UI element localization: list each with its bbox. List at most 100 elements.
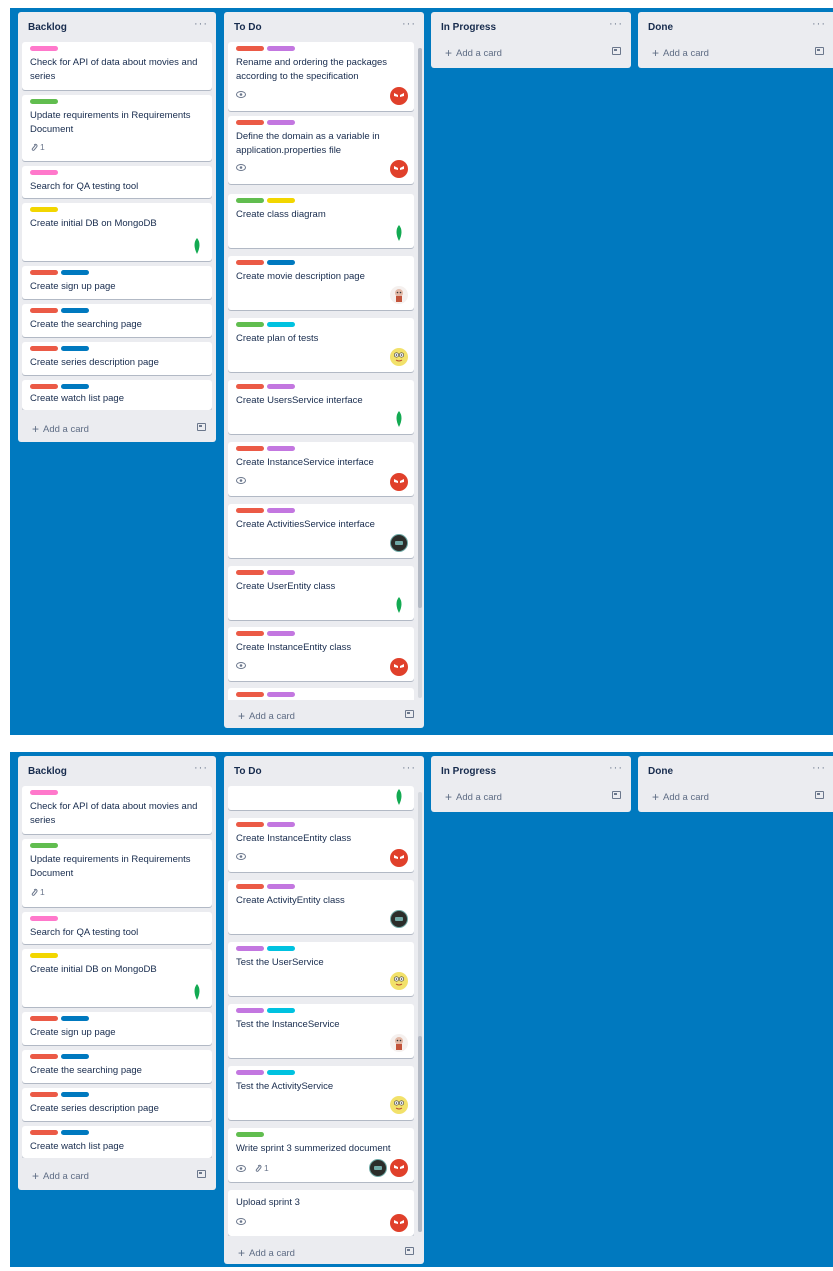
red-mask-avatar[interactable] — [390, 658, 408, 676]
card-template-icon[interactable] — [405, 710, 414, 718]
card[interactable]: Create sign up page — [22, 266, 212, 299]
card-title: Search for QA testing tool — [30, 181, 139, 192]
dark-avatar[interactable] — [369, 1159, 387, 1177]
red-mask-avatar[interactable] — [390, 160, 408, 178]
list-menu-icon[interactable]: ··· — [609, 762, 623, 774]
card[interactable] — [228, 786, 414, 810]
add-card-button[interactable]: + Add a card — [431, 782, 631, 810]
card[interactable]: Search for QA testing tool — [22, 166, 212, 198]
card[interactable]: Create UserEntity class — [228, 566, 414, 620]
card-template-icon[interactable] — [612, 791, 621, 799]
card-labels — [30, 953, 58, 958]
card-labels — [236, 120, 295, 125]
scrollbar-thumb[interactable] — [418, 48, 422, 608]
list-menu-icon[interactable]: ··· — [194, 762, 208, 774]
card[interactable]: Test the UserService — [228, 942, 414, 996]
card-labels — [30, 207, 58, 212]
card[interactable]: Create UsersService interface — [228, 380, 414, 434]
add-card-label: + Add a card — [445, 46, 502, 60]
card[interactable]: Search for QA testing tool — [22, 912, 212, 944]
red-mask-avatar[interactable] — [390, 87, 408, 105]
card[interactable]: Create movie description page — [228, 256, 414, 310]
card[interactable]: Check for API of data about movies and s… — [22, 42, 212, 90]
list-header[interactable]: To Do ··· — [224, 756, 424, 786]
card-template-icon[interactable] — [405, 1247, 414, 1255]
card[interactable]: Create series description page — [22, 1088, 212, 1121]
label-purple — [267, 384, 295, 389]
card-labels — [236, 384, 295, 389]
add-card-button[interactable]: + Add a card — [224, 701, 424, 728]
emoji-avatar[interactable] — [390, 972, 408, 990]
card[interactable]: Create ActivitiesService interface — [228, 504, 414, 558]
list-header[interactable]: Backlog ··· — [18, 12, 216, 42]
list-menu-icon[interactable]: ··· — [402, 762, 416, 774]
card[interactable]: Write sprint 3 summerized document 1 — [228, 1128, 414, 1182]
card[interactable]: Create the searching page — [22, 304, 212, 337]
leaf-avatar[interactable] — [188, 237, 206, 255]
card[interactable]: Define the domain as a variable in appli… — [228, 116, 414, 184]
card[interactable]: Create watch list page — [22, 380, 212, 410]
card[interactable]: Create sign up page — [22, 1012, 212, 1045]
red-mask-avatar[interactable] — [390, 1159, 408, 1177]
red-mask-avatar[interactable] — [390, 849, 408, 867]
card[interactable]: Create series description page — [22, 342, 212, 375]
list-menu-icon[interactable]: ··· — [402, 18, 416, 30]
add-card-button[interactable]: + Add a card — [18, 414, 216, 442]
card[interactable]: Create InstanceEntity class — [228, 818, 414, 872]
dark-avatar[interactable] — [390, 910, 408, 928]
label-purple — [267, 46, 295, 51]
card[interactable]: Update requirements in Requirements Docu… — [22, 95, 212, 161]
leaf-avatar[interactable] — [390, 596, 408, 614]
add-card-button[interactable]: + Add a card — [224, 1238, 424, 1264]
card[interactable]: Create class diagram — [228, 194, 414, 248]
card[interactable]: Create watch list page — [22, 1126, 212, 1158]
card[interactable]: Update requirements in Requirements Docu… — [22, 839, 212, 907]
emoji-avatar[interactable] — [390, 1096, 408, 1114]
card[interactable]: Test the ActivityService — [228, 1066, 414, 1120]
card-title: Check for API of data about movies and s… — [30, 801, 198, 826]
card-template-icon[interactable] — [815, 47, 824, 55]
list-header[interactable]: To Do ··· — [224, 12, 424, 42]
card[interactable]: Create initial DB on MongoDB — [22, 949, 212, 1007]
character-avatar[interactable] — [390, 286, 408, 304]
card-template-icon[interactable] — [197, 423, 206, 431]
card-labels — [30, 346, 89, 351]
card[interactable]: Create InstanceService interface — [228, 442, 414, 496]
red-mask-avatar[interactable] — [390, 1214, 408, 1232]
leaf-avatar[interactable] — [390, 224, 408, 242]
leaf-avatar[interactable] — [188, 983, 206, 1001]
card[interactable]: Rename and ordering the packages accordi… — [228, 42, 414, 111]
card[interactable]: Upload sprint 3 — [228, 1190, 414, 1236]
add-card-button[interactable]: + Add a card — [431, 38, 631, 66]
leaf-avatar[interactable] — [390, 410, 408, 428]
card[interactable] — [228, 688, 414, 700]
label-yellow — [30, 953, 58, 958]
emoji-avatar[interactable] — [390, 348, 408, 366]
card[interactable]: Create InstanceEntity class — [228, 627, 414, 681]
label-green — [236, 198, 264, 203]
add-card-button[interactable]: + Add a card — [638, 782, 833, 810]
card[interactable]: Create plan of tests — [228, 318, 414, 372]
list-menu-icon[interactable]: ··· — [194, 18, 208, 30]
list-header[interactable]: Backlog ··· — [18, 756, 216, 786]
red-mask-avatar[interactable] — [390, 473, 408, 491]
card[interactable]: Check for API of data about movies and s… — [22, 786, 212, 834]
list-menu-icon[interactable]: ··· — [812, 762, 826, 774]
card[interactable]: Create initial DB on MongoDB — [22, 203, 212, 261]
list-menu-icon[interactable]: ··· — [609, 18, 623, 30]
add-card-button[interactable]: + Add a card — [638, 38, 833, 66]
dark-avatar[interactable] — [390, 534, 408, 552]
card-members — [390, 160, 408, 178]
card[interactable]: Test the InstanceService — [228, 1004, 414, 1058]
card[interactable]: Create the searching page — [22, 1050, 212, 1083]
card-template-icon[interactable] — [815, 791, 824, 799]
character-avatar[interactable] — [390, 1034, 408, 1052]
list-menu-icon[interactable]: ··· — [812, 18, 826, 30]
scrollbar-thumb[interactable] — [418, 1036, 422, 1232]
add-card-button[interactable]: + Add a card — [18, 1161, 216, 1189]
leaf-avatar[interactable] — [390, 788, 408, 806]
card[interactable]: Create ActivityEntity class — [228, 880, 414, 934]
watch-icon — [236, 853, 246, 860]
card-template-icon[interactable] — [197, 1170, 206, 1178]
card-template-icon[interactable] — [612, 47, 621, 55]
